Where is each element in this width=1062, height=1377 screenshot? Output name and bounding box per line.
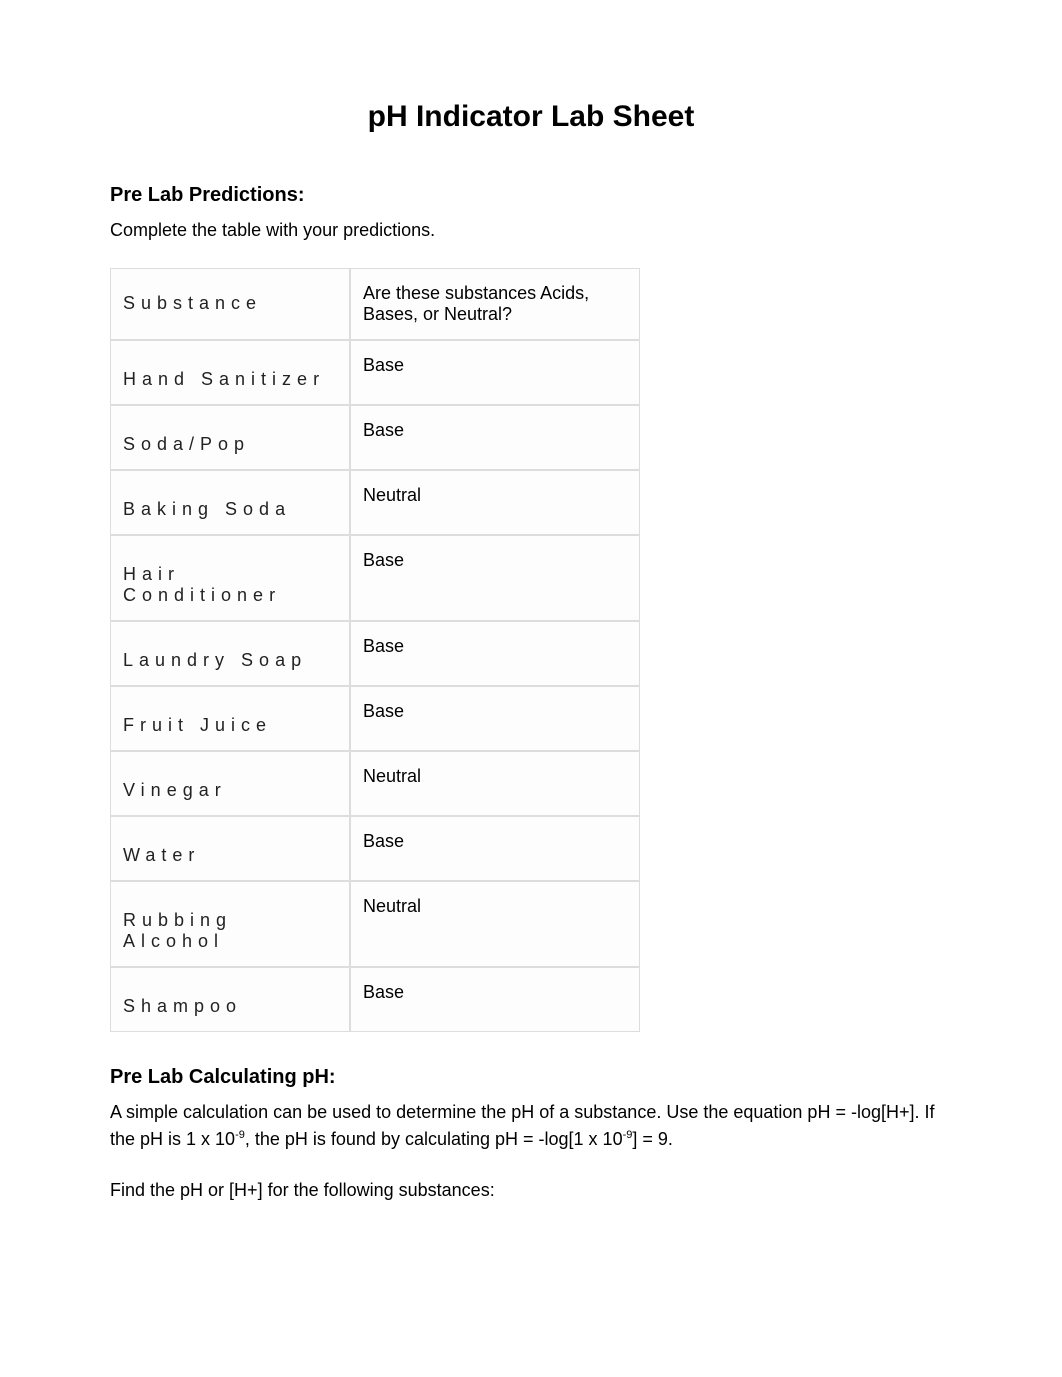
table-header-row: Substance Are these substances Acids, Ba… xyxy=(110,268,640,340)
header-classification: Are these substances Acids, Bases, or Ne… xyxy=(350,268,640,340)
classification-cell: Neutral xyxy=(350,470,640,535)
followup-instruction: Find the pH or [H+] for the following su… xyxy=(110,1177,952,1204)
substance-cell: Rubbing Alcohol xyxy=(110,881,350,967)
prelab-calculating-heading: Pre Lab Calculating pH: xyxy=(110,1066,952,1089)
classification-cell: Base xyxy=(350,816,640,881)
classification-cell: Neutral xyxy=(350,881,640,967)
classification-cell: Base xyxy=(350,405,640,470)
substance-cell: Baking Soda xyxy=(110,470,350,535)
classification-cell: Base xyxy=(350,340,640,405)
prelab-predictions-heading: Pre Lab Predictions: xyxy=(110,184,952,207)
substance-cell: Shampoo xyxy=(110,967,350,1032)
header-substance: Substance xyxy=(110,268,350,340)
page-title: pH Indicator Lab Sheet xyxy=(110,100,952,134)
table-row: Hair Conditioner Base xyxy=(110,535,640,621)
table-row: Vinegar Neutral xyxy=(110,751,640,816)
predictions-table: Substance Are these substances Acids, Ba… xyxy=(110,268,640,1032)
classification-cell: Base xyxy=(350,535,640,621)
table-row: Fruit Juice Base xyxy=(110,686,640,751)
classification-cell: Base xyxy=(350,621,640,686)
substance-cell: Hand Sanitizer xyxy=(110,340,350,405)
substance-cell: Hair Conditioner xyxy=(110,535,350,621)
classification-cell: Base xyxy=(350,686,640,751)
table-row: Baking Soda Neutral xyxy=(110,470,640,535)
table-row: Water Base xyxy=(110,816,640,881)
substance-cell: Water xyxy=(110,816,350,881)
calculating-paragraph: A simple calculation can be used to dete… xyxy=(110,1099,952,1153)
exponent-1: -9 xyxy=(235,1129,245,1141)
table-row: Shampoo Base xyxy=(110,967,640,1032)
classification-cell: Neutral xyxy=(350,751,640,816)
table-row: Laundry Soap Base xyxy=(110,621,640,686)
calc-text-part3: ] = 9. xyxy=(632,1129,673,1149)
substance-cell: Fruit Juice xyxy=(110,686,350,751)
table-row: Rubbing Alcohol Neutral xyxy=(110,881,640,967)
table-row: Soda/Pop Base xyxy=(110,405,640,470)
classification-cell: Base xyxy=(350,967,640,1032)
substance-cell: Soda/Pop xyxy=(110,405,350,470)
table-row: Hand Sanitizer Base xyxy=(110,340,640,405)
substance-cell: Laundry Soap xyxy=(110,621,350,686)
predictions-intro: Complete the table with your predictions… xyxy=(110,217,952,244)
calc-text-part2: , the pH is found by calculating pH = -l… xyxy=(245,1129,623,1149)
exponent-2: -9 xyxy=(623,1129,633,1141)
substance-cell: Vinegar xyxy=(110,751,350,816)
